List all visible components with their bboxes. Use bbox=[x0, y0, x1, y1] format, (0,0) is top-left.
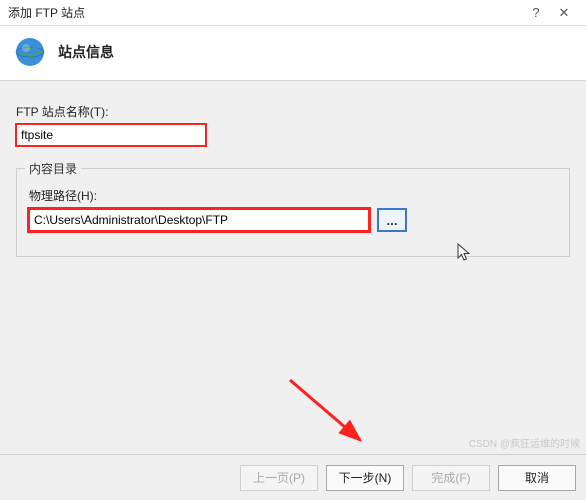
content-dir-group: 内容目录 物理路径(H): ... bbox=[16, 168, 570, 257]
titlebar: 添加 FTP 站点 ? ✕ bbox=[0, 0, 586, 26]
watermark: CSDN @疯狂运维的时候 bbox=[469, 435, 580, 450]
path-label: 物理路径(H): bbox=[29, 187, 557, 204]
site-name-input[interactable] bbox=[16, 124, 206, 146]
physical-path-input[interactable] bbox=[29, 209, 369, 231]
next-button[interactable]: 下一步(N) bbox=[326, 465, 404, 491]
page-heading: 站点信息 bbox=[58, 42, 114, 62]
cancel-button[interactable]: 取消 bbox=[498, 465, 576, 491]
wizard-footer: 上一页(P) 下一步(N) 完成(F) 取消 bbox=[0, 454, 586, 500]
help-button[interactable]: ? bbox=[522, 5, 550, 20]
finish-button: 完成(F) bbox=[412, 465, 490, 491]
close-button[interactable]: ✕ bbox=[550, 5, 578, 21]
wizard-header: 站点信息 bbox=[0, 26, 586, 81]
globe-icon bbox=[14, 36, 46, 68]
content-dir-legend: 内容目录 bbox=[25, 160, 81, 177]
wizard-body: FTP 站点名称(T): 内容目录 物理路径(H): ... bbox=[0, 81, 586, 257]
browse-button[interactable]: ... bbox=[377, 208, 407, 232]
prev-button: 上一页(P) bbox=[240, 465, 318, 491]
annotation-arrow-icon bbox=[280, 370, 400, 460]
window-title: 添加 FTP 站点 bbox=[8, 4, 522, 21]
site-name-label: FTP 站点名称(T): bbox=[16, 103, 570, 120]
